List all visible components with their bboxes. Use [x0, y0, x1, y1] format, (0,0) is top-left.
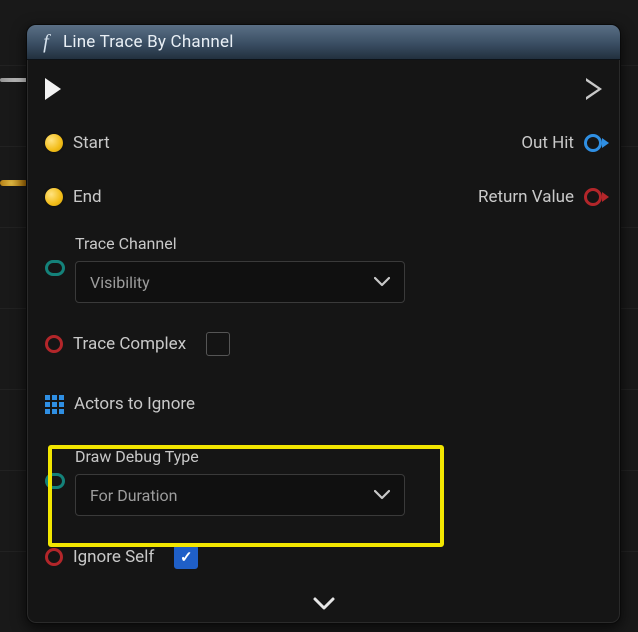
line-trace-node[interactable]: f Line Trace By Channel Start Out Hit: [26, 24, 621, 624]
label-return-value: Return Value: [478, 187, 574, 207]
pin-ignore-self[interactable]: [45, 548, 63, 566]
pin-draw-debug-type[interactable]: [45, 473, 65, 489]
pin-out-hit[interactable]: [584, 134, 602, 152]
label-ignore-self: Ignore Self: [73, 547, 154, 567]
label-end: End: [73, 187, 102, 207]
pin-end[interactable]: [45, 188, 63, 206]
node-title: Line Trace By Channel: [63, 32, 234, 52]
label-trace-complex: Trace Complex: [73, 334, 186, 354]
exec-pin-in[interactable]: [45, 78, 61, 100]
chevron-down-icon: [374, 276, 390, 288]
dropdown-draw-debug-type[interactable]: For Duration: [75, 474, 405, 516]
chevron-down-icon: [374, 489, 390, 501]
label-actors-to-ignore: Actors to Ignore: [74, 394, 195, 414]
node-titlebar[interactable]: f Line Trace By Channel: [27, 25, 620, 60]
checkbox-ignore-self[interactable]: [174, 545, 198, 569]
label-out-hit: Out Hit: [521, 133, 574, 153]
pin-return-value[interactable]: [584, 188, 602, 206]
checkbox-trace-complex[interactable]: [206, 332, 230, 356]
pin-actors-to-ignore[interactable]: [45, 395, 64, 414]
function-icon: f: [39, 31, 53, 54]
label-start: Start: [73, 133, 110, 153]
dropdown-trace-channel-value: Visibility: [90, 273, 150, 292]
chevron-down-icon: [311, 595, 337, 613]
pin-start[interactable]: [45, 134, 63, 152]
pin-trace-channel[interactable]: [45, 260, 65, 276]
label-draw-debug-type: Draw Debug Type: [75, 447, 405, 466]
exec-pin-out[interactable]: [586, 78, 602, 100]
dropdown-trace-channel[interactable]: Visibility: [75, 261, 405, 303]
dropdown-draw-debug-type-value: For Duration: [90, 486, 177, 505]
expand-node-button[interactable]: [311, 595, 337, 617]
pin-trace-complex[interactable]: [45, 335, 63, 353]
label-trace-channel: Trace Channel: [75, 234, 405, 253]
